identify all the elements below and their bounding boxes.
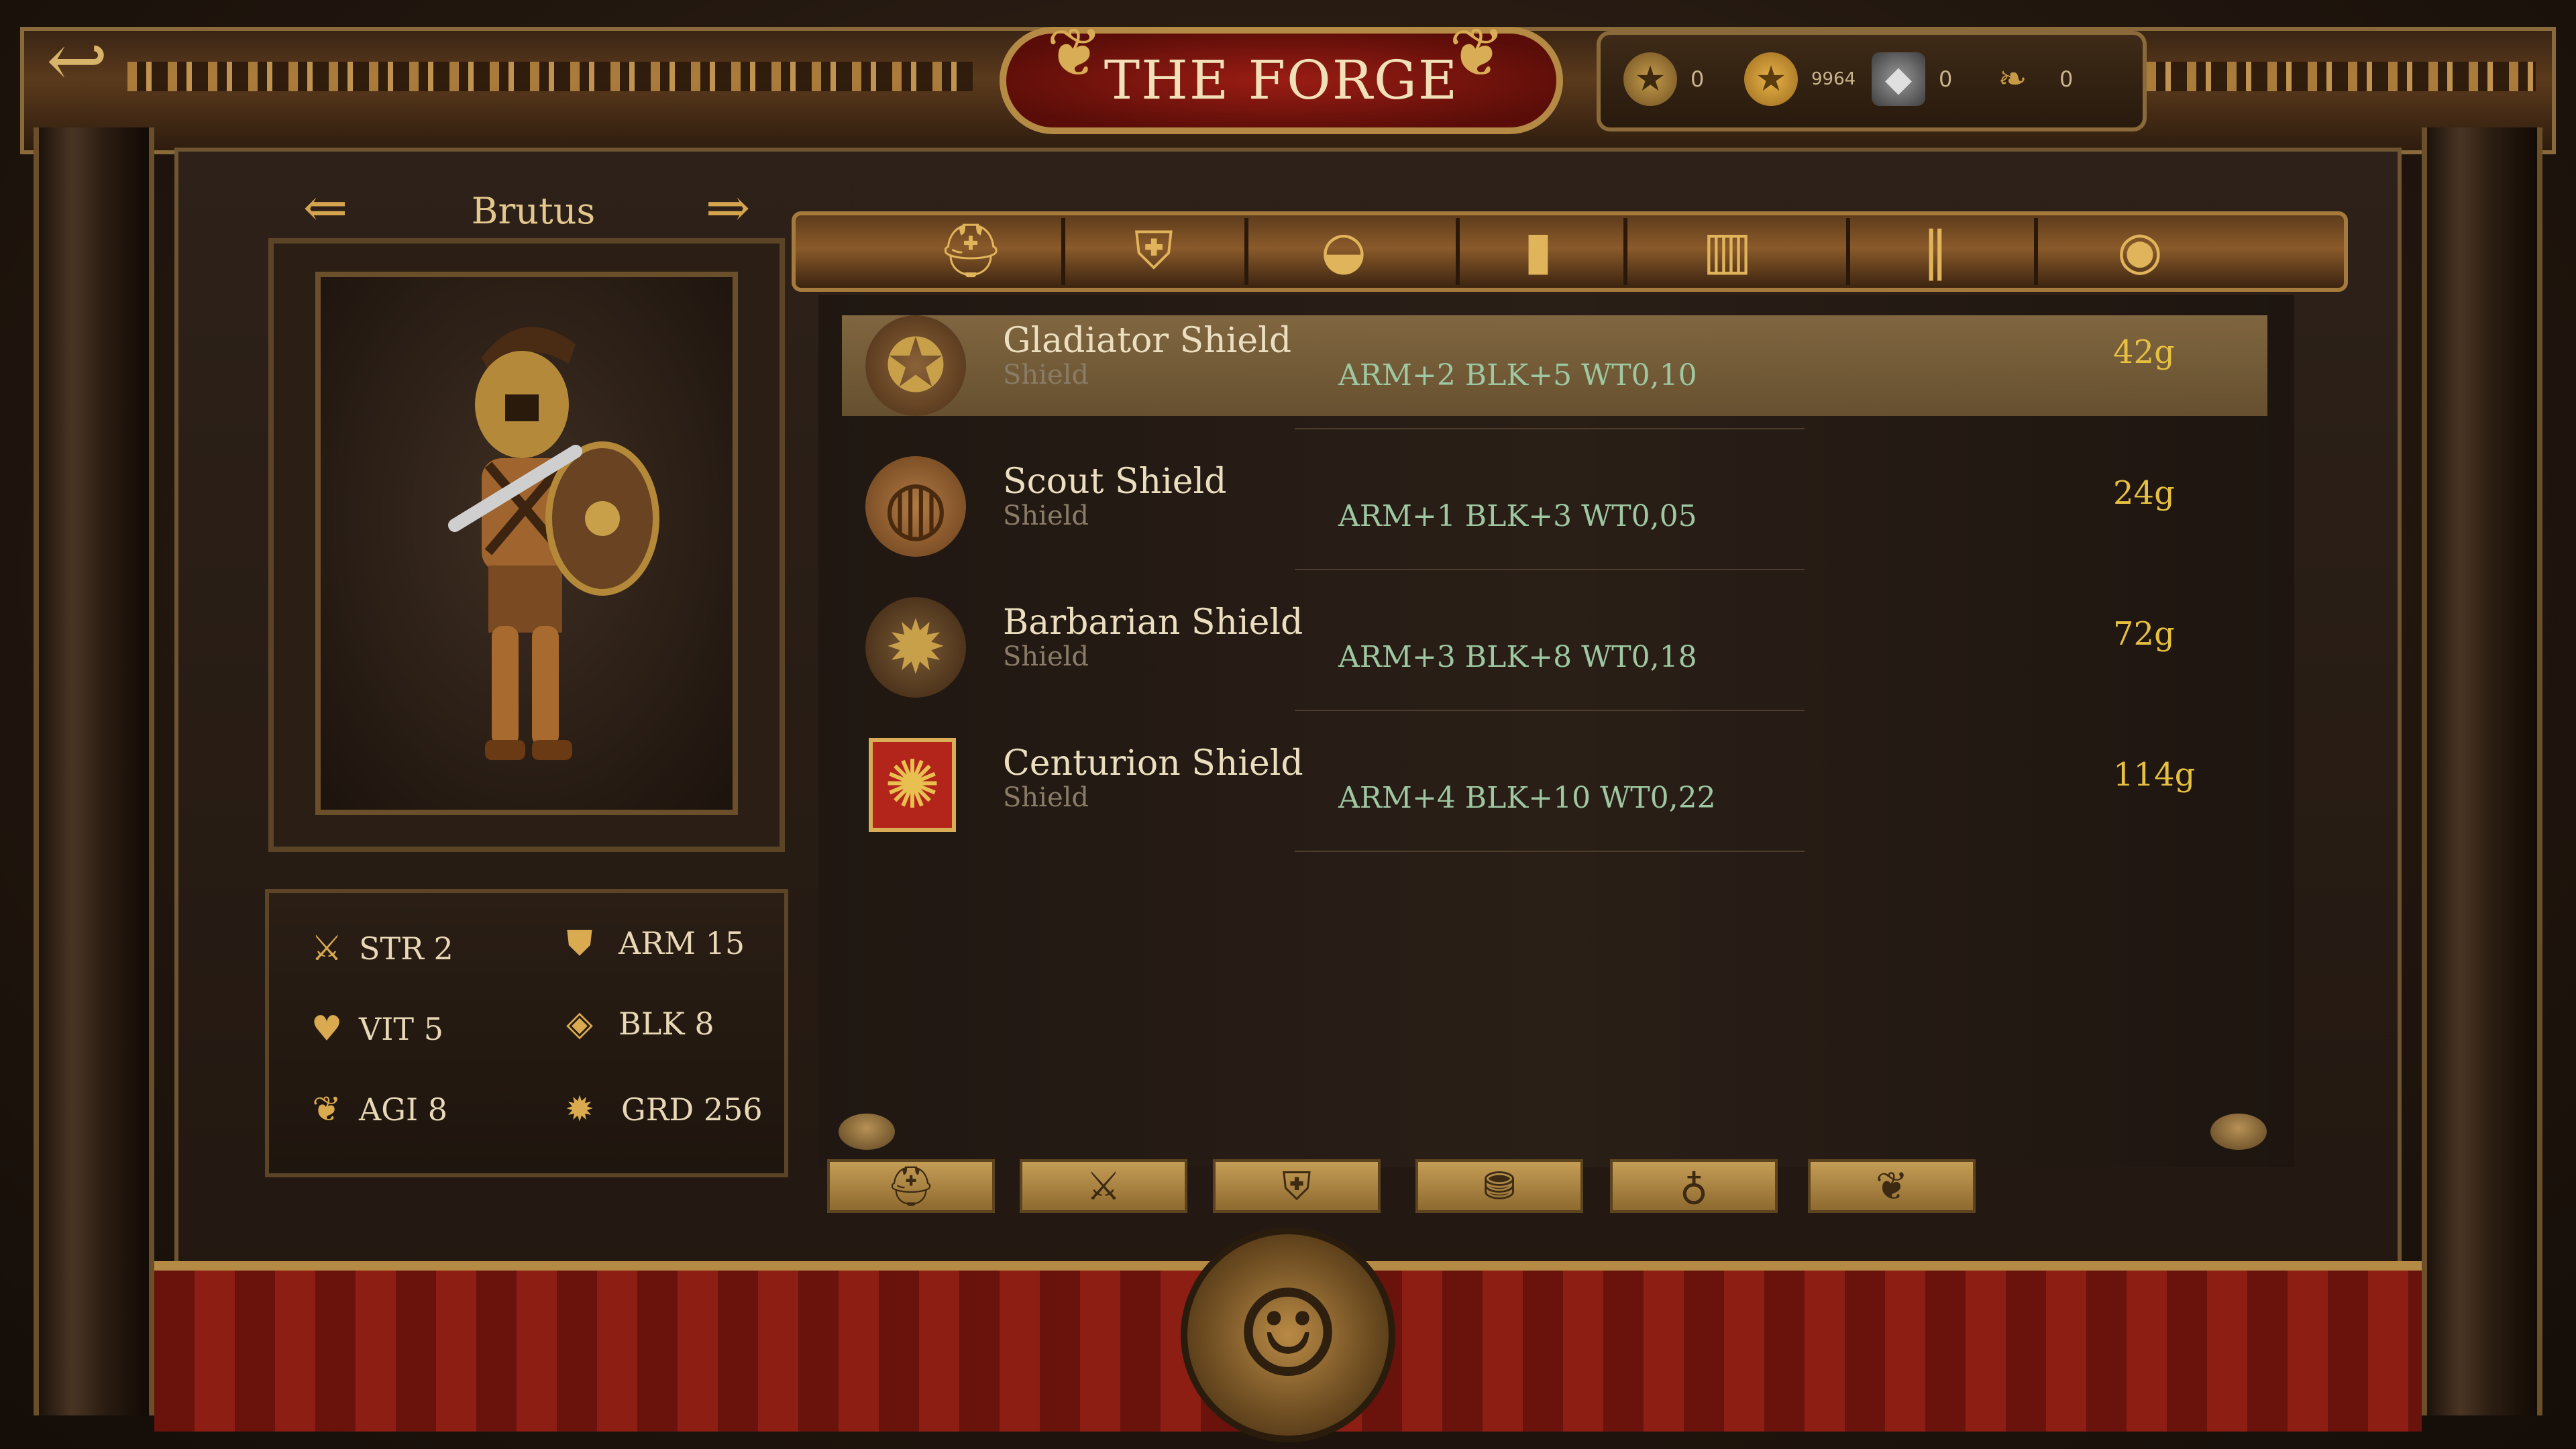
tab-divider — [1244, 218, 1248, 285]
block-shield-icon: ◈ — [566, 1004, 593, 1044]
stat-blk: BLK 8 — [619, 1006, 714, 1042]
rivet — [839, 1114, 895, 1150]
item-stats: ARM+4 BLK+10 WT0,22 — [1338, 781, 1716, 815]
round-shield-icon[interactable]: ◉ — [2103, 216, 2177, 286]
star-medal-icon: ★ — [1623, 52, 1677, 106]
crossed-swords-icon: ⚔ — [311, 928, 343, 969]
iron-ingot-icon: ◆ — [1872, 52, 1925, 106]
row-divider — [1295, 569, 1805, 570]
item-stats: ARM+3 BLK+8 WT0,18 — [1338, 640, 1697, 674]
helmet-icon[interactable]: ⛑ — [827, 1159, 995, 1213]
next-hero-arrow-icon[interactable]: ⇒ — [691, 178, 765, 238]
prev-hero-arrow-icon[interactable]: ⇐ — [288, 178, 362, 238]
item-price[interactable]: 72g — [2113, 614, 2234, 654]
item-price[interactable]: 24g — [2113, 473, 2234, 513]
laurel-icon: ❧ — [1998, 59, 2027, 99]
row-divider — [1295, 851, 1805, 852]
bracer-icon[interactable]: ▮ — [1501, 216, 1575, 286]
item-type: Shield — [1003, 782, 1089, 813]
currency-stars-value: 0 — [1690, 66, 1705, 92]
chest-armor-icon[interactable]: ⛨ — [1117, 216, 1191, 286]
row-divider — [1295, 428, 1805, 429]
item-type: Shield — [1003, 641, 1089, 672]
gold-coin-icon: ★ — [1744, 52, 1798, 106]
barbarian-shield-icon[interactable]: ✹ — [865, 597, 966, 698]
target-icon: ✹ — [565, 1089, 594, 1130]
tab-divider — [1456, 218, 1460, 285]
stat-vit: VIT 5 — [359, 1011, 443, 1047]
stat-agi: AGI 8 — [359, 1091, 448, 1128]
item-type: Shield — [1003, 500, 1089, 531]
crossed-swords-icon[interactable]: ⚔ — [1020, 1159, 1187, 1213]
tab-divider — [2034, 218, 2038, 285]
rivet — [2210, 1114, 2267, 1150]
stat-grd: GRD 256 — [621, 1091, 763, 1128]
wing-icon: ❦ — [312, 1089, 341, 1130]
row-divider — [1295, 710, 1805, 711]
item-type: Shield — [1003, 360, 1089, 390]
emperor-medallion-icon[interactable]: ☺ — [1181, 1228, 1395, 1442]
item-stats: ARM+2 BLK+5 WT0,10 — [1338, 358, 1697, 392]
item-stats: ARM+1 BLK+3 WT0,05 — [1338, 499, 1697, 533]
tab-divider — [1623, 218, 1627, 285]
scout-shield-icon[interactable]: ◍ — [865, 456, 966, 557]
stat-str: STR 2 — [359, 930, 453, 967]
right-pillar — [2422, 127, 2542, 1415]
stat-arm: ARM 15 — [619, 925, 745, 961]
item-name[interactable]: Centurion Shield — [1003, 743, 1405, 784]
cap-icon[interactable]: ◒ — [1307, 216, 1381, 286]
item-name[interactable]: Scout Shield — [1003, 462, 1405, 502]
item-name[interactable]: Gladiator Shield — [1003, 321, 1405, 361]
item-price[interactable]: 114g — [2113, 755, 2234, 795]
laurel-wreath-icon[interactable]: ❦ — [1808, 1159, 1976, 1213]
currency-iron-value: 0 — [1939, 66, 1953, 92]
left-pillar — [34, 127, 154, 1415]
laurel-left-icon: ❦ — [1046, 13, 1103, 92]
hero-portrait — [315, 272, 738, 815]
back-arrow-icon[interactable]: ↩ — [40, 23, 114, 97]
gladiator-figure — [448, 327, 659, 760]
shield-icon: ⛊ — [566, 923, 593, 963]
laurel-right-icon: ❦ — [1449, 13, 1505, 92]
item-name[interactable]: Barbarian Shield — [1003, 602, 1405, 643]
currency-laurel-value: 0 — [2059, 66, 2074, 92]
money-bag-icon[interactable]: ♁ — [1610, 1159, 1778, 1213]
greek-border-left — [127, 62, 973, 91]
helmet-icon[interactable]: ⛑ — [934, 216, 1008, 286]
item-price[interactable]: 42g — [2113, 332, 2234, 372]
greek-border-right — [2147, 62, 2536, 91]
item-list — [818, 295, 2294, 1167]
tab-divider — [1061, 218, 1065, 285]
tab-divider — [1846, 218, 1850, 285]
coin-stack-icon[interactable]: ⛃ — [1415, 1159, 1583, 1213]
heart-icon: ♥ — [311, 1009, 343, 1049]
greaves-icon[interactable]: ‖ — [1898, 216, 1972, 286]
centurion-shield-icon[interactable]: ✺ — [869, 738, 956, 832]
skirt-armor-icon[interactable]: ▥ — [1690, 216, 1764, 286]
gladiator-shield-icon[interactable]: ✪ — [865, 315, 966, 416]
armor-icon[interactable]: ⛨ — [1213, 1159, 1381, 1213]
currency-gold-value: 9964 — [1811, 69, 1856, 89]
hero-name: Brutus — [471, 190, 596, 232]
